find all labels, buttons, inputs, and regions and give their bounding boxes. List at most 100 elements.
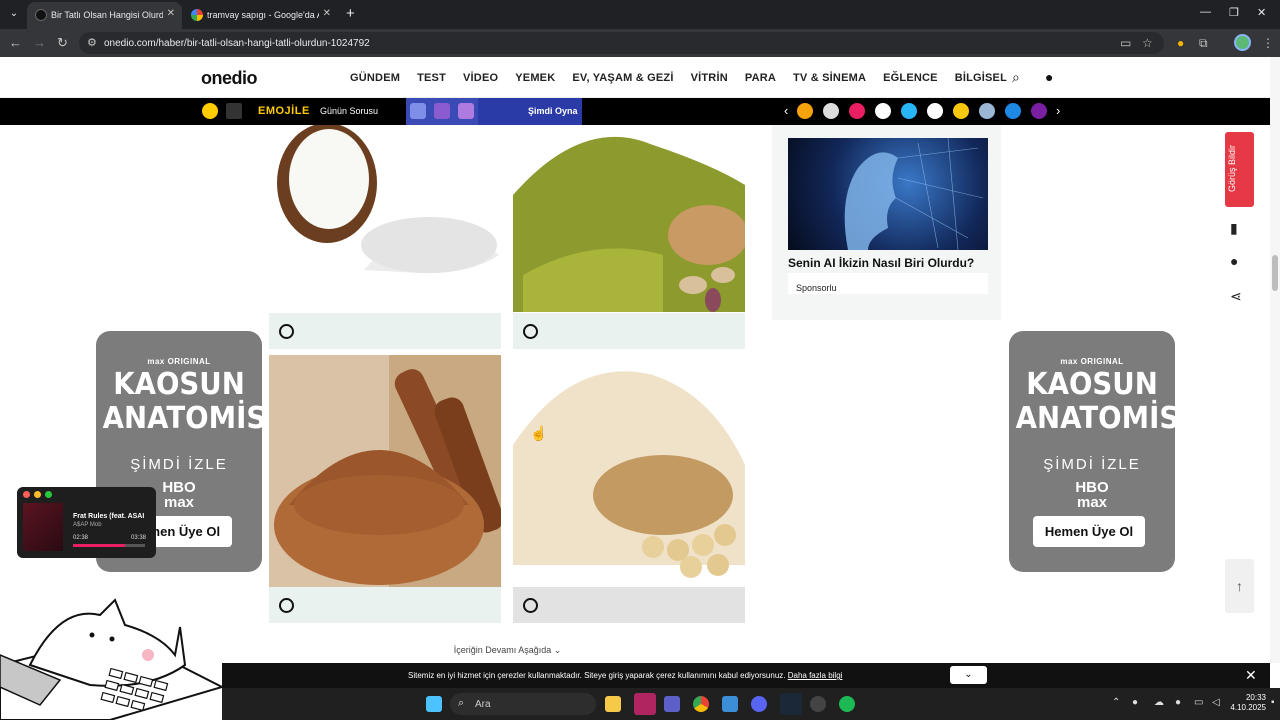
partner-logo-icon[interactable] [1031,103,1047,119]
tray-app-icon[interactable]: ● [1132,697,1138,708]
partner-logo-icon[interactable] [797,103,813,119]
sponsored-title[interactable]: Senin AI İkizin Nasıl Biri Olurdu? [788,256,988,270]
forward-icon[interactable]: → [33,35,46,50]
menu-item-bilgisel[interactable]: BİLGİSEL [955,72,1007,84]
feedback-button[interactable]: Görüş Bildir [1225,132,1254,207]
tab-search-icon[interactable]: ⌄ [6,6,22,22]
restore-icon[interactable]: ❐ [1229,6,1239,19]
chevron-right-icon[interactable]: › [1056,103,1060,118]
spotify-icon[interactable] [839,696,855,712]
track-progress-bar[interactable] [73,544,145,547]
page-scrollbar[interactable] [1270,57,1280,663]
reload-icon[interactable]: ↻ [57,35,68,51]
collapse-chevron-icon[interactable]: ⌄ [950,666,987,684]
emojile-logo[interactable]: EMOJİLE [258,105,310,117]
radio-button[interactable] [279,598,294,613]
option-footer[interactable] [269,587,501,623]
extension-icon[interactable]: ● [1177,36,1184,50]
new-tab-icon[interactable]: + [346,5,355,22]
user-icon[interactable]: ● [1045,69,1053,85]
volume-icon[interactable]: ◁ [1212,697,1220,708]
play-now-link[interactable]: Şimdi Oyna [528,106,578,116]
partner-logo-icon[interactable] [901,103,917,119]
minimize-dot-icon[interactable] [34,491,41,498]
partner-logo-icon[interactable] [979,103,995,119]
close-cookie-icon[interactable]: ✕ [1245,667,1257,684]
microphone-icon[interactable]: ● [1175,697,1181,708]
quiz-option-coconut[interactable] [269,125,501,349]
windows-start-icon[interactable] [426,696,442,712]
partner-logo-icon[interactable] [875,103,891,119]
cookie-more-info-link[interactable]: Daha fazla bilgi [788,671,843,680]
partner-logo-icon[interactable] [823,103,839,119]
emoji-puzzle[interactable] [406,98,478,125]
quiz-option-cinnamon[interactable] [269,355,501,623]
close-tab-icon[interactable]: ✕ [323,8,331,19]
site-logo[interactable]: onedio [201,68,258,89]
menu-item-tv-sinema[interactable]: TV & SİNEMA [793,72,866,84]
menu-item-vitrin[interactable]: VİTRİN [691,72,728,84]
close-window-icon[interactable]: ✕ [1257,6,1266,19]
bookmark-icon[interactable]: ▮ [1230,220,1238,237]
taskbar-search[interactable]: ⌕ Ara [450,693,596,715]
minimize-icon[interactable]: — [1200,6,1211,18]
radio-button[interactable] [523,324,538,339]
quiz-option-pistachio[interactable] [513,125,745,349]
close-tab-icon[interactable]: ✕ [167,8,175,19]
hbo-ad-right[interactable]: max ORIGINAL KAOSUN ANATOMİSİ ŞİMDİ İZLE… [1009,331,1175,572]
content-continues-label[interactable]: İçeriğin Devamı Aşağıda ⌄ [269,645,746,656]
tray-chevron-icon[interactable]: ⌃ [1112,697,1120,708]
scrollbar-thumb[interactable] [1272,255,1278,291]
comments-icon[interactable]: ● [1230,253,1238,269]
menu-item-yemek[interactable]: YEMEK [515,72,555,84]
network-icon[interactable]: ▭ [1194,697,1203,708]
file-explorer-icon[interactable] [605,696,621,712]
option-footer[interactable] [513,587,745,623]
close-dot-icon[interactable] [23,491,30,498]
back-icon[interactable]: ← [9,35,22,50]
quiz-option-hazelnut[interactable] [513,355,745,623]
share-icon[interactable]: ⋖ [1230,288,1242,305]
partner-logo-icon[interactable] [1005,103,1021,119]
taskbar-clock[interactable]: 20:33 4.10.2025 [1226,693,1266,713]
app-icon[interactable] [634,693,656,715]
option-footer[interactable] [513,313,745,349]
discord-icon[interactable] [751,696,767,712]
menu-item-para[interactable]: PARA [745,72,776,84]
music-player-widget[interactable]: Frat Rules (feat. ASAI A$AP Mob 02:38 03… [17,487,156,558]
chevron-left-icon[interactable]: ‹ [784,103,788,118]
partner-logo-icon[interactable] [927,103,943,119]
partner-logo-icon[interactable] [953,103,969,119]
radio-button[interactable] [523,598,538,613]
notifications-icon[interactable]: ▪ [1271,697,1275,708]
cast-icon[interactable]: ▭ [1120,36,1131,50]
browser-menu-icon[interactable]: ⋮ [1262,36,1274,50]
scroll-to-top-button[interactable]: ↑ [1225,559,1254,613]
onedrive-icon[interactable]: ☁ [1154,697,1164,708]
menu-item-video[interactable]: VİDEO [463,72,498,84]
steam-icon[interactable] [780,693,802,715]
emoji-icon[interactable] [202,103,218,119]
menu-item-test[interactable]: TEST [417,72,446,84]
expand-dot-icon[interactable] [45,491,52,498]
sponsored-card[interactable]: Senin AI İkizin Nasıl Biri Olurdu? Spons… [772,125,1001,320]
app-icon[interactable] [810,696,826,712]
option-footer[interactable] [269,313,501,349]
radio-button[interactable] [279,324,294,339]
extensions-puzzle-icon[interactable]: ⧉ [1199,36,1208,51]
profile-avatar[interactable] [1234,34,1251,51]
game-icon[interactable] [226,103,242,119]
search-icon[interactable]: ⌕ [1012,69,1020,86]
teams-icon[interactable] [664,696,680,712]
menu-item-eglence[interactable]: EĞLENCE [883,72,938,84]
app-icon[interactable] [722,696,738,712]
bookmark-star-icon[interactable]: ☆ [1142,36,1153,50]
partner-logo-icon[interactable] [849,103,865,119]
address-bar[interactable]: ⚙ onedio.com/haber/bir-tatli-olsan-hangi… [79,32,1164,54]
tab-active[interactable]: Bir Tatlı Olsan Hangisi Olurdun? ✕ [27,2,182,29]
tab-inactive[interactable]: tramvay sapıgı - Google'da Ara ✕ [183,2,338,29]
menu-item-gundem[interactable]: GÜNDEM [350,72,400,84]
chrome-icon[interactable] [693,696,709,712]
menu-item-ev-yasam-gezi[interactable]: EV, YAŞAM & GEZİ [572,72,673,84]
site-info-icon[interactable]: ⚙ [87,36,97,49]
